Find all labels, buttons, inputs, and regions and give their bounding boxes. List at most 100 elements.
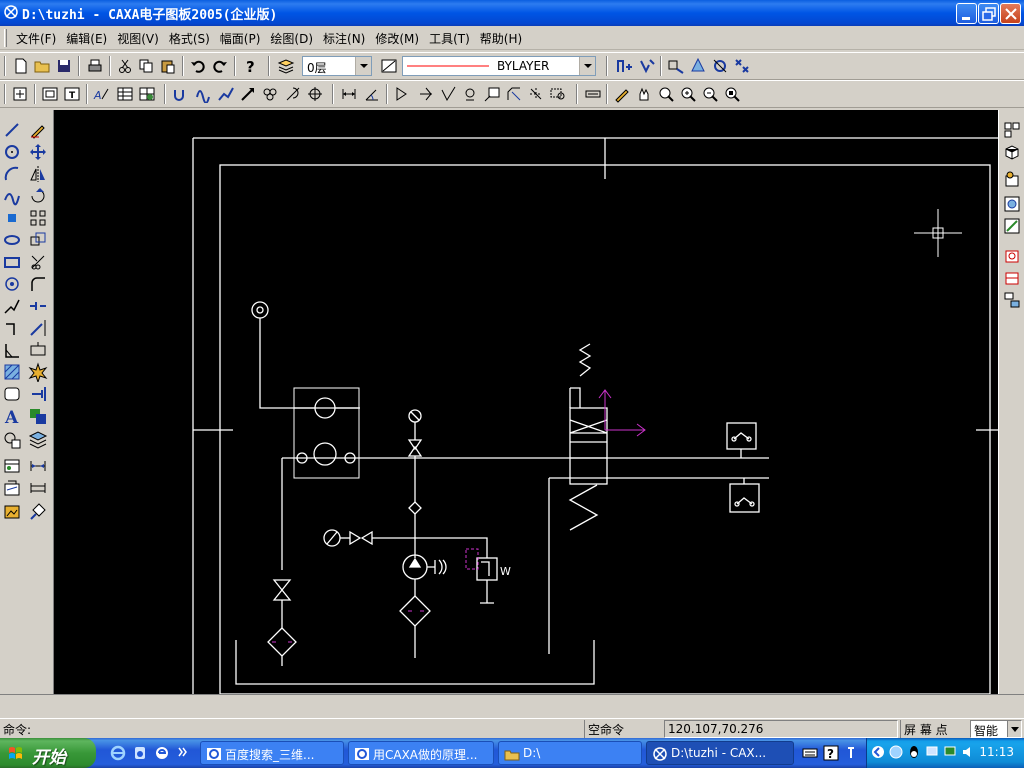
match-properties-icon[interactable] [733,57,751,75]
menu-modify[interactable]: 修改(M) [375,30,419,47]
datum-icon[interactable] [394,85,412,103]
broken-view-icon[interactable] [1002,268,1022,288]
point-tool-icon[interactable] [2,208,22,228]
centerline-tool-icon[interactable] [2,340,22,360]
coordinate-dim-icon[interactable] [527,85,545,103]
cut-icon[interactable] [116,57,134,75]
volume-tray-icon[interactable] [961,745,975,759]
redraw-icon[interactable] [584,85,602,103]
scale-tool-icon[interactable] [28,230,48,250]
paste-icon[interactable] [159,57,177,75]
view-manager-icon[interactable] [1002,120,1022,140]
rectangle-tool-icon[interactable] [2,252,22,272]
3d-view-icon[interactable] [1002,142,1022,162]
center-mark-icon[interactable] [306,85,324,103]
linear-dimension-icon[interactable] [340,85,358,103]
taskbar-item-caxa[interactable]: D:\tuzhi - CAX... [646,741,794,765]
balloon-icon[interactable]: A [93,85,111,103]
curve-icon[interactable] [172,85,190,103]
title-block-icon[interactable]: T [63,85,81,103]
tray-expand-icon[interactable] [871,745,885,759]
network-tray-icon[interactable] [889,745,903,759]
menu-format[interactable]: 格式(S) [169,30,210,47]
linetype-select[interactable]: BYLAYER [402,56,596,76]
ellipse-tool-icon[interactable] [2,230,22,250]
drawing-canvas[interactable]: W [54,110,998,695]
align-tool-icon[interactable] [28,384,48,404]
chevron-down-icon[interactable] [1007,721,1021,737]
ie-quicklaunch-icon[interactable] [110,745,126,761]
wave-icon[interactable] [195,85,213,103]
text-leader-icon[interactable] [483,85,501,103]
polyline-tool-icon[interactable] [2,296,22,316]
menu-tools[interactable]: 工具(T) [429,30,470,47]
open-folder-icon[interactable] [33,57,51,75]
properties-icon[interactable] [711,57,729,75]
layer-select[interactable]: 0层 [302,56,372,76]
text-box-tool-icon[interactable] [2,384,22,404]
measure-icon[interactable] [667,57,685,75]
attribute-tool-icon[interactable] [28,406,48,426]
library-tool-icon[interactable] [2,478,22,498]
menu-view[interactable]: 视图(V) [117,30,159,47]
zoom-all-icon[interactable] [723,85,741,103]
trim-tool-icon[interactable] [28,252,48,272]
chevron-right-icon[interactable] [178,747,188,757]
input-method-icon[interactable] [846,747,856,759]
extend-tool-icon[interactable] [28,318,48,338]
arrow-icon[interactable] [239,85,257,103]
redo-icon[interactable] [211,57,229,75]
taskbar-item-drive-d[interactable]: D:\ [498,741,642,765]
browser-quicklaunch-icon[interactable] [154,745,170,761]
restore-button[interactable] [978,3,999,24]
hatch-tool-icon[interactable] [2,362,22,382]
paint-bucket-icon[interactable] [28,502,48,522]
display-tray-icon[interactable] [925,745,939,759]
smart-mode-select[interactable]: 智能 [970,720,1022,738]
block-edit-icon[interactable] [638,57,656,75]
keyboard-icon[interactable] [802,745,818,761]
pan-hand-icon[interactable] [635,85,653,103]
undo-icon[interactable] [189,57,207,75]
projection-view-icon[interactable] [1002,216,1022,236]
fillet-tool-icon[interactable] [28,274,48,294]
menu-sheet[interactable]: 幅面(P) [220,30,261,47]
erase-tool-icon[interactable] [28,120,48,140]
snap-mode[interactable]: 屏 幕 点 [900,720,968,738]
help-icon[interactable]: ? [241,57,259,75]
array-tool-icon[interactable] [28,208,48,228]
stretch-tool-icon[interactable] [28,340,48,360]
equidistant-line-icon[interactable] [2,318,22,338]
command-line[interactable] [0,694,1024,718]
menu-draw[interactable]: 绘图(D) [270,30,313,47]
block-create-icon[interactable] [2,430,22,450]
insert-block-icon[interactable] [615,57,633,75]
taskbar-item-baidu[interactable]: 百度搜索_三维... [200,741,344,765]
sheet-frame-icon[interactable] [41,85,59,103]
parts-list-icon[interactable] [116,85,134,103]
hatch-icon[interactable] [284,85,302,103]
query-icon[interactable] [689,57,707,75]
section-view-icon[interactable] [1002,170,1022,190]
chevron-down-icon[interactable] [355,57,371,75]
qq-tray-icon[interactable] [907,745,921,759]
pan-pencil-icon[interactable] [613,85,631,103]
snap-icon[interactable] [11,85,29,103]
linetype-icon[interactable] [380,57,398,75]
spline-tool-icon[interactable] [2,186,22,206]
start-button[interactable]: 开始 [0,738,96,768]
close-button[interactable] [1000,3,1021,24]
view-align-icon[interactable] [1002,290,1022,310]
chevron-down-icon[interactable] [579,57,595,75]
rotate-tool-icon[interactable] [28,186,48,206]
block-insert-icon[interactable] [2,456,22,476]
spline-icon[interactable] [217,85,235,103]
cloud-icon[interactable] [261,85,279,103]
surface-roughness-icon[interactable] [439,85,457,103]
auxiliary-view-icon[interactable] [1002,246,1022,266]
dimension-tool-icon[interactable] [28,478,48,498]
copy-icon[interactable] [137,57,155,75]
angle-dimension-icon[interactable] [363,85,381,103]
arc-tool-icon[interactable] [2,164,22,184]
break-tool-icon[interactable] [28,296,48,316]
